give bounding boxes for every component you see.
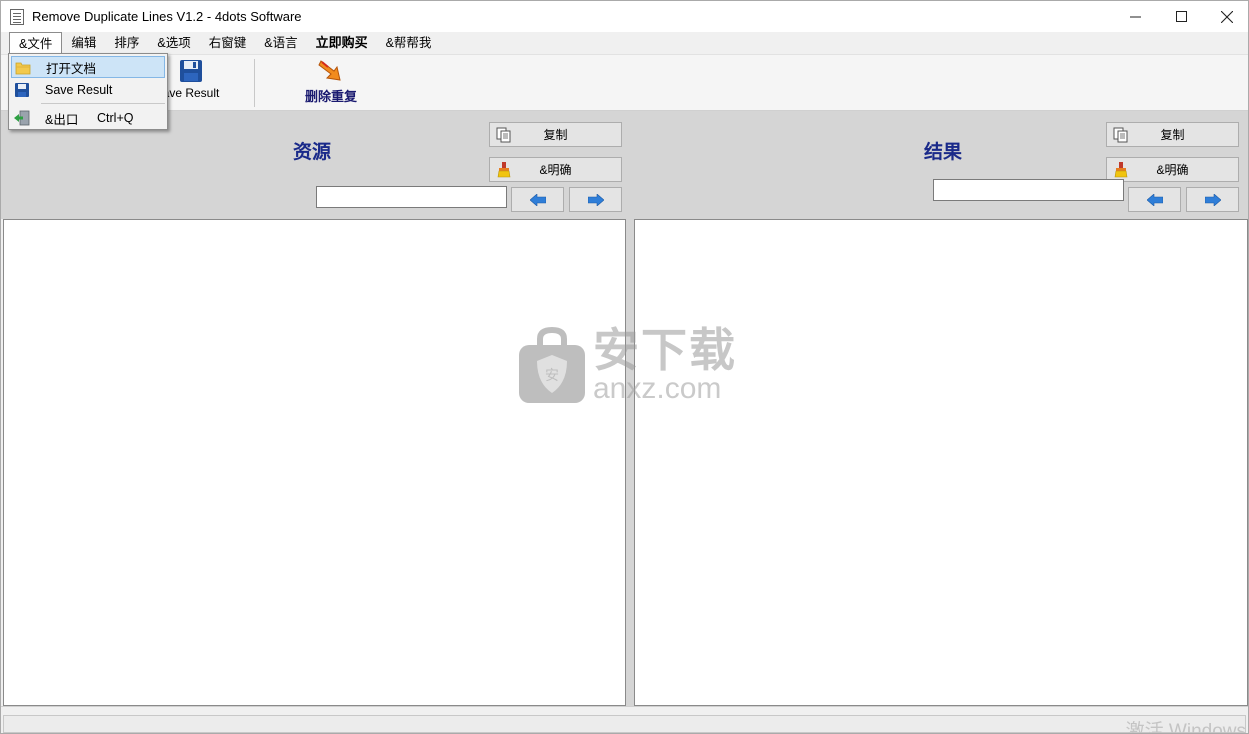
minimize-button[interactable] bbox=[1112, 1, 1158, 32]
menu-open-document[interactable]: 打开文档 bbox=[11, 56, 165, 78]
maximize-icon bbox=[1175, 11, 1187, 22]
watermark-cn: 安下载 bbox=[593, 324, 737, 376]
remove-duplicates-button[interactable]: 删除重复 bbox=[289, 59, 373, 105]
remove-duplicates-arrow-icon bbox=[318, 60, 341, 81]
menu-file[interactable]: &文件 bbox=[9, 32, 63, 54]
save-result-toolbar-label: ave Result bbox=[162, 86, 220, 100]
close-icon bbox=[1221, 10, 1233, 23]
result-text-area[interactable] bbox=[634, 219, 1248, 706]
source-find-next-button[interactable] bbox=[569, 187, 622, 212]
maximize-button[interactable] bbox=[1158, 1, 1204, 32]
watermark-en: anxz.com bbox=[593, 372, 722, 405]
arrow-left-icon bbox=[1146, 193, 1163, 206]
arrow-left-icon bbox=[529, 193, 546, 206]
menu-exit-shortcut: Ctrl+Q bbox=[97, 111, 134, 125]
menu-edit[interactable]: 编辑 bbox=[62, 32, 105, 54]
menu-buy-now[interactable]: 立即购买 bbox=[307, 32, 377, 54]
file-menu-dropdown: 打开文档 Save Result &出口 Ctrl+Q bbox=[8, 53, 168, 130]
minimize-icon bbox=[1129, 16, 1141, 18]
watermark-shield-icon: 安 bbox=[519, 327, 585, 403]
toolbar-separator bbox=[254, 59, 255, 107]
menu-save-result-label: Save Result bbox=[45, 83, 113, 97]
menu-exit-label: &出口 bbox=[45, 112, 79, 127]
watermark: 安 安下载 anxz.com bbox=[517, 325, 737, 405]
clear-brush-icon bbox=[1114, 162, 1128, 178]
panel-splitter[interactable] bbox=[626, 219, 634, 706]
menu-save-result[interactable]: Save Result bbox=[11, 79, 165, 101]
floppy-disk-icon bbox=[15, 83, 29, 97]
title-bar: Remove Duplicate Lines V1.2 - 4dots Soft… bbox=[1, 1, 1248, 32]
status-panel bbox=[3, 715, 1246, 733]
arrow-right-icon bbox=[1204, 193, 1221, 206]
result-panel-title: 结果 bbox=[924, 142, 963, 163]
menu-language[interactable]: &语言 bbox=[255, 32, 306, 54]
remove-duplicates-label: 删除重复 bbox=[304, 89, 357, 104]
arrow-right-icon bbox=[587, 193, 604, 206]
copy-icon bbox=[496, 127, 511, 143]
app-icon bbox=[10, 8, 24, 25]
watermark-text: 安下载 anxz.com bbox=[593, 326, 737, 404]
result-copy-button[interactable]: 复制 bbox=[1106, 122, 1239, 147]
close-button[interactable] bbox=[1204, 1, 1248, 32]
source-copy-label: 复制 bbox=[543, 128, 568, 142]
source-panel-title: 资源 bbox=[293, 142, 332, 163]
copy-icon bbox=[1113, 127, 1128, 143]
menu-separator bbox=[41, 103, 165, 104]
result-find-previous-button[interactable] bbox=[1128, 187, 1181, 212]
toolbar: ave Result 删除重复 bbox=[1, 54, 1248, 111]
floppy-disk-icon bbox=[180, 60, 202, 82]
svg-text:安: 安 bbox=[545, 368, 559, 384]
menu-sort[interactable]: 排序 bbox=[105, 32, 148, 54]
menu-help[interactable]: &帮帮我 bbox=[377, 32, 441, 54]
app-window: Remove Duplicate Lines V1.2 - 4dots Soft… bbox=[0, 0, 1249, 734]
result-clear-label: &明确 bbox=[1156, 163, 1189, 177]
source-find-previous-button[interactable] bbox=[511, 187, 564, 212]
result-clear-button[interactable]: &明确 bbox=[1106, 157, 1239, 182]
source-copy-button[interactable]: 复制 bbox=[489, 122, 622, 147]
result-panel-header: 结果 复制 &明确 bbox=[630, 111, 1248, 219]
window-title: Remove Duplicate Lines V1.2 - 4dots Soft… bbox=[32, 9, 302, 24]
exit-icon bbox=[14, 110, 30, 126]
result-search-input[interactable] bbox=[933, 179, 1124, 201]
menu-exit[interactable]: &出口 Ctrl+Q bbox=[11, 107, 165, 129]
status-bar: 激活 Windows bbox=[1, 706, 1248, 734]
menu-open-document-label: 打开文档 bbox=[46, 61, 97, 76]
menu-options[interactable]: &选项 bbox=[148, 32, 199, 54]
clear-brush-icon bbox=[497, 162, 511, 178]
source-search-input[interactable] bbox=[316, 186, 507, 208]
result-copy-label: 复制 bbox=[1160, 128, 1185, 142]
folder-icon bbox=[15, 62, 31, 75]
menu-context-key[interactable]: 右窗键 bbox=[200, 32, 256, 54]
source-text-area[interactable] bbox=[3, 219, 626, 706]
source-clear-button[interactable]: &明确 bbox=[489, 157, 622, 182]
activate-windows-text: 激活 Windows bbox=[1125, 721, 1246, 734]
source-clear-label: &明确 bbox=[539, 163, 572, 177]
result-find-next-button[interactable] bbox=[1186, 187, 1239, 212]
menu-bar: &文件 编辑 排序 &选项 右窗键 &语言 立即购买 &帮帮我 bbox=[1, 32, 1248, 54]
